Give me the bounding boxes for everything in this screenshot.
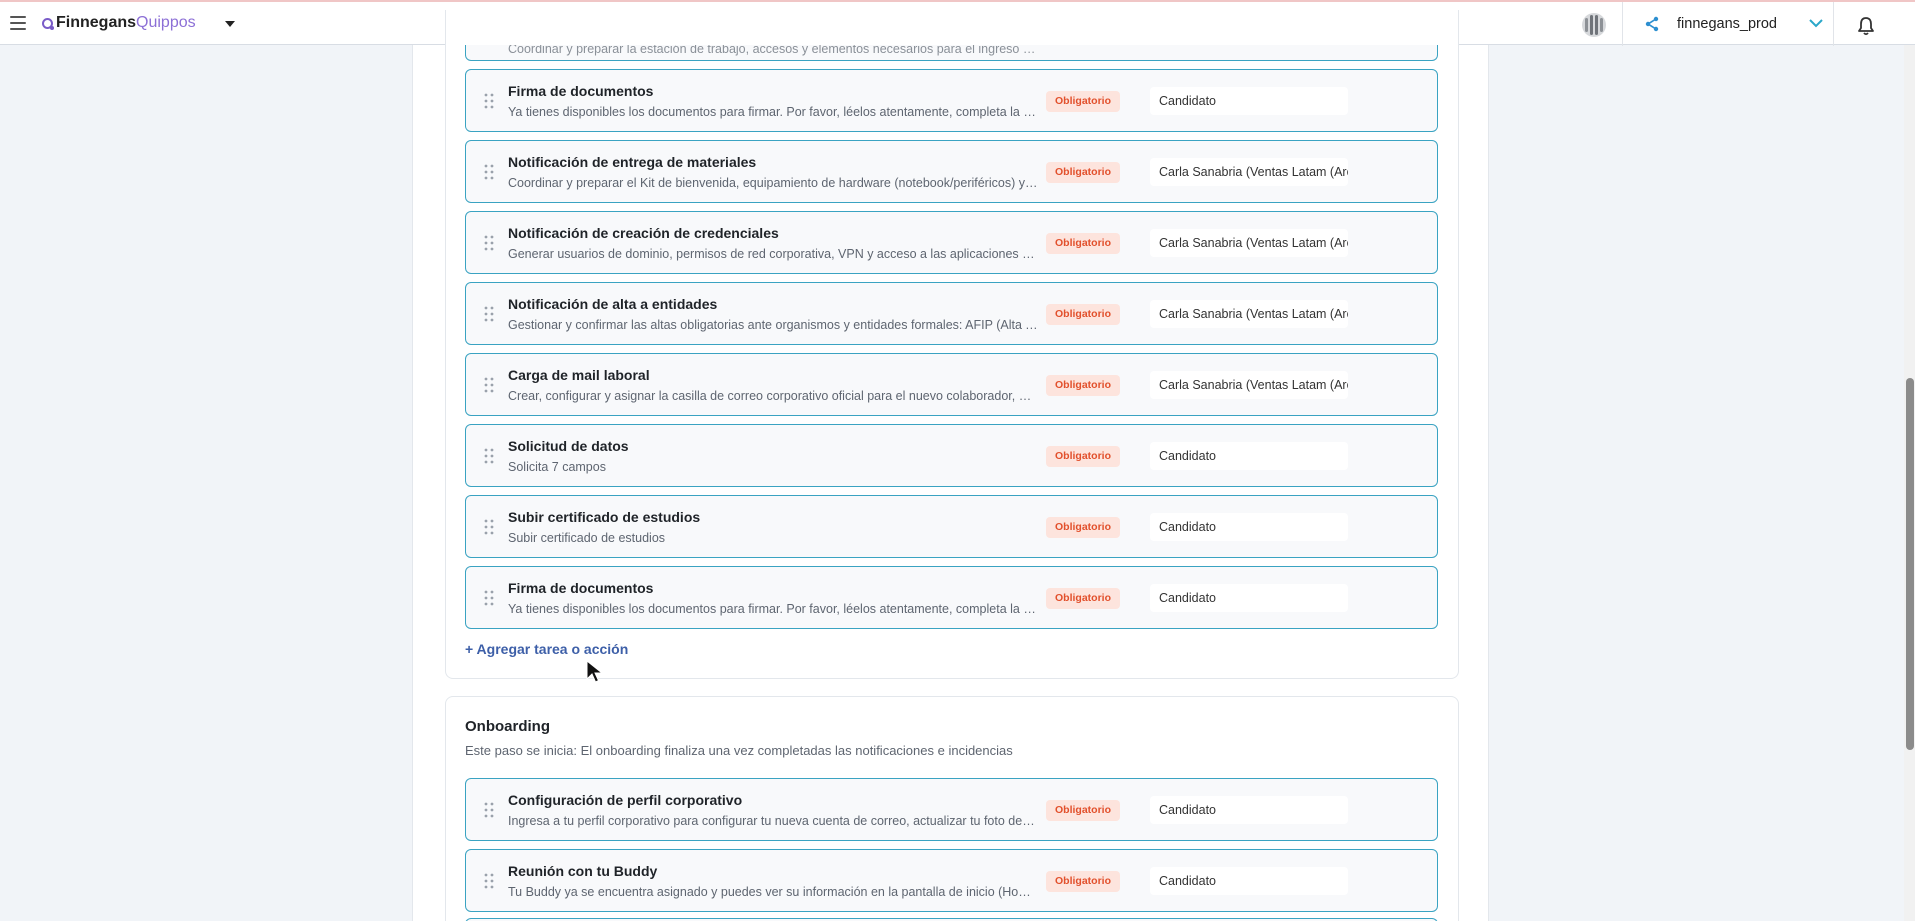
- mandatory-badge: Obligatorio: [1046, 800, 1120, 821]
- task-description: Coordinar y preparar el Kit de bienvenid…: [508, 176, 1038, 190]
- task-card[interactable]: Configuración de perfil corporativo Ingr…: [465, 778, 1438, 841]
- assignee-field[interactable]: Candidato: [1150, 796, 1348, 824]
- environment-selector[interactable]: finnegans_prod: [1677, 16, 1777, 32]
- assignee-field[interactable]: Carla Sanabria (Ventas Latam (Area: [1150, 229, 1348, 257]
- drag-handle-icon[interactable]: [484, 519, 494, 535]
- task-description: Ingresa a tu perfil corporativo para con…: [508, 814, 1038, 828]
- mandatory-badge: Obligatorio: [1046, 517, 1120, 538]
- drag-handle-icon[interactable]: [484, 802, 494, 818]
- assignee-field[interactable]: Carla Sanabria (Ventas Latam (Area: [1150, 158, 1348, 186]
- task-card[interactable]: Carga de mail laboral Crear, configurar …: [465, 353, 1438, 416]
- mandatory-badge: Obligatorio: [1046, 446, 1120, 467]
- task-title: Notificación de alta a entidades: [508, 296, 718, 312]
- task-description: Crear, configurar y asignar la casilla d…: [508, 389, 1038, 403]
- task-card[interactable]: Firma de documentos Ya tienes disponible…: [465, 566, 1438, 629]
- task-description: Ya tienes disponibles los documentos par…: [508, 105, 1038, 119]
- drag-handle-icon[interactable]: [484, 448, 494, 464]
- task-description: Gestionar y confirmar las altas obligato…: [508, 318, 1038, 332]
- section-title-onboarding: Onboarding: [465, 718, 550, 735]
- mandatory-badge: Obligatorio: [1046, 871, 1120, 892]
- notification-bell-icon[interactable]: [1857, 16, 1875, 36]
- assignee-field[interactable]: Candidato: [1150, 87, 1348, 115]
- mandatory-badge: Obligatorio: [1046, 162, 1120, 183]
- task-card[interactable]: Notificación de creación de credenciales…: [465, 211, 1438, 274]
- divider: [1622, 2, 1623, 46]
- task-description: Ya tienes disponibles los documentos par…: [508, 602, 1038, 616]
- logo-text-finnegans: Finnegans: [56, 14, 137, 31]
- task-title: Carga de mail laboral: [508, 367, 650, 383]
- app-switcher-caret-icon[interactable]: [225, 21, 235, 27]
- assignee-field[interactable]: Candidato: [1150, 584, 1348, 612]
- company-logo-icon[interactable]: [1577, 12, 1611, 38]
- drag-handle-icon[interactable]: [484, 93, 494, 109]
- assignee-field[interactable]: Candidato: [1150, 442, 1348, 470]
- task-description: Subir certificado de estudios: [508, 531, 666, 545]
- chevron-down-icon[interactable]: [1808, 17, 1824, 29]
- divider: [1833, 2, 1834, 46]
- section-description: Este paso se inicia: El onboarding final…: [465, 743, 1013, 758]
- task-card-partial[interactable]: Coordinar y preparar la estación de trab…: [465, 45, 1438, 61]
- task-title: Reunión con tu Buddy: [508, 863, 658, 879]
- drag-handle-icon[interactable]: [484, 590, 494, 606]
- task-card[interactable]: Reunión con tu Buddy Tu Buddy ya se encu…: [465, 849, 1438, 912]
- task-description: Generar usuarios de dominio, permisos de…: [508, 247, 1038, 261]
- task-title: Configuración de perfil corporativo: [508, 792, 743, 808]
- drag-handle-icon[interactable]: [484, 306, 494, 322]
- mandatory-badge: Obligatorio: [1046, 375, 1120, 396]
- task-card[interactable]: Firma de documentos Ya tienes disponible…: [465, 69, 1438, 132]
- task-description: Coordinar y preparar la estación de trab…: [508, 45, 1038, 56]
- mandatory-badge: Obligatorio: [1046, 304, 1120, 325]
- mouse-cursor-icon: [586, 660, 604, 683]
- task-title: Subir certificado de estudios: [508, 509, 701, 525]
- assignee-field[interactable]: Carla Sanabria (Ventas Latam (Area: [1150, 371, 1348, 399]
- task-description: Solicita 7 campos: [508, 460, 606, 474]
- task-card[interactable]: Notificación de alta a entidades Gestion…: [465, 282, 1438, 345]
- share-icon[interactable]: [1644, 16, 1660, 32]
- assignee-field[interactable]: Candidato: [1150, 867, 1348, 895]
- drag-handle-icon[interactable]: [484, 164, 494, 180]
- mandatory-badge: Obligatorio: [1046, 233, 1120, 254]
- task-card[interactable]: Subir certificado de estudios Subir cert…: [465, 495, 1438, 558]
- task-description: Tu Buddy ya se encuentra asignado y pued…: [508, 885, 1038, 899]
- drag-handle-icon[interactable]: [484, 235, 494, 251]
- task-card[interactable]: Solicitud de datos Solicita 7 campos Obl…: [465, 424, 1438, 487]
- mandatory-badge: Obligatorio: [1046, 588, 1120, 609]
- assignee-field[interactable]: Carla Sanabria (Ventas Latam (Area: [1150, 300, 1348, 328]
- logo-mark-icon: [42, 17, 54, 30]
- task-card[interactable]: Notificación de entrega de materiales Co…: [465, 140, 1438, 203]
- scrollbar-thumb[interactable]: [1906, 378, 1914, 750]
- task-title: Firma de documentos: [508, 83, 654, 99]
- app-logo[interactable]: Finnegans Quippos: [42, 14, 196, 32]
- task-title: Firma de documentos: [508, 580, 654, 596]
- task-title: Notificación de entrega de materiales: [508, 154, 757, 170]
- add-task-link[interactable]: + Agregar tarea o acción: [465, 641, 628, 657]
- logo-text-quippos: Quippos: [136, 14, 196, 31]
- drag-handle-icon[interactable]: [484, 873, 494, 889]
- task-title: Solicitud de datos: [508, 438, 629, 454]
- task-title: Notificación de creación de credenciales: [508, 225, 779, 241]
- mandatory-badge: Obligatorio: [1046, 91, 1120, 112]
- assignee-field[interactable]: Candidato: [1150, 513, 1348, 541]
- drag-handle-icon[interactable]: [484, 377, 494, 393]
- hamburger-menu-icon[interactable]: [10, 16, 26, 30]
